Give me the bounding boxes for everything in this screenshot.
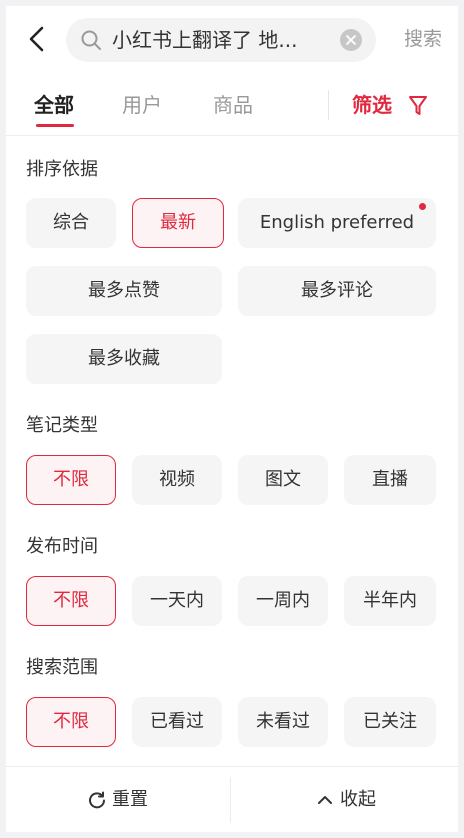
search-scope-option-not-viewed[interactable]: 未看过 <box>238 697 328 747</box>
search-scope-option-viewed[interactable]: 已看过 <box>132 697 222 747</box>
search-scope-option-any[interactable]: 不限 <box>26 697 116 747</box>
filter-funnel-icon <box>409 96 427 115</box>
action-bar-divider <box>230 777 231 823</box>
search-input[interactable]: 小红书上翻译了 地... <box>66 18 376 62</box>
note-type-option-live[interactable]: 直播 <box>344 455 436 505</box>
publish-time-option-any[interactable]: 不限 <box>26 576 116 626</box>
search-filter-screen: 小红书上翻译了 地... 搜索 全部 用户 商品 筛选 排序依据 综合 最新 E… <box>6 6 458 832</box>
filter-label: 筛选 <box>352 93 392 117</box>
sort-option-comprehensive[interactable]: 综合 <box>26 198 116 248</box>
clear-icon[interactable] <box>340 29 362 51</box>
note-type-option-video[interactable]: 视频 <box>132 455 222 505</box>
collapse-button[interactable]: 收起 <box>234 767 458 832</box>
sort-option-most-likes[interactable]: 最多点赞 <box>26 266 222 316</box>
search-scope-section-title: 搜索范围 <box>26 657 98 678</box>
filter-button[interactable]: 筛选 <box>352 92 427 118</box>
sort-section-title: 排序依据 <box>26 159 98 180</box>
note-type-option-any[interactable]: 不限 <box>26 455 116 505</box>
tab-products[interactable]: 商品 <box>213 92 253 118</box>
filter-action-bar: 重置 收起 <box>6 766 458 832</box>
sort-option-english-preferred[interactable]: English preferred <box>238 198 436 248</box>
publish-time-section-title: 发布时间 <box>26 536 98 557</box>
reset-label: 重置 <box>112 789 148 810</box>
back-icon[interactable] <box>24 24 52 54</box>
collapse-label: 收起 <box>340 789 376 810</box>
tab-divider <box>328 90 329 120</box>
reset-icon <box>89 791 105 809</box>
note-type-section-title: 笔记类型 <box>26 415 98 436</box>
publish-time-option-one-day[interactable]: 一天内 <box>132 576 222 626</box>
publish-time-option-one-week[interactable]: 一周内 <box>238 576 328 626</box>
search-icon <box>80 29 102 51</box>
chevron-up-icon <box>318 796 332 804</box>
sort-option-most-favorites[interactable]: 最多收藏 <box>26 334 222 384</box>
sort-option-newest[interactable]: 最新 <box>132 198 224 248</box>
result-tabs: 全部 用户 商品 筛选 <box>6 80 458 136</box>
note-type-option-image-text[interactable]: 图文 <box>238 455 328 505</box>
active-tab-indicator <box>36 124 74 127</box>
new-badge-dot <box>419 203 426 210</box>
publish-time-option-half-year[interactable]: 半年内 <box>344 576 436 626</box>
search-scope-option-following[interactable]: 已关注 <box>344 697 436 747</box>
search-query[interactable]: 小红书上翻译了 地... <box>112 28 332 52</box>
search-header: 小红书上翻译了 地... 搜索 <box>6 6 458 72</box>
reset-button[interactable]: 重置 <box>6 767 230 832</box>
tab-all[interactable]: 全部 <box>34 92 74 118</box>
chip-label: English preferred <box>259 212 415 233</box>
tab-users[interactable]: 用户 <box>122 92 162 118</box>
sort-option-most-comments[interactable]: 最多评论 <box>238 266 436 316</box>
search-button[interactable]: 搜索 <box>404 27 442 51</box>
